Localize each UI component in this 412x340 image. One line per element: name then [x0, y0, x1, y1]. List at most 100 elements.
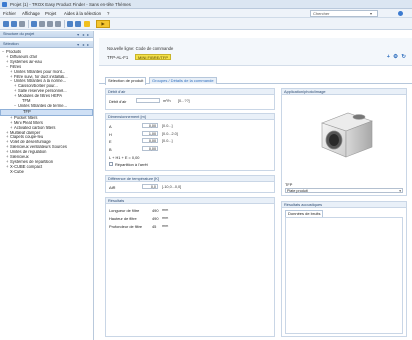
- section-title: Résultats: [106, 198, 274, 204]
- open-file-icon[interactable]: [11, 21, 17, 27]
- menu-file[interactable]: Fichier: [3, 11, 16, 16]
- tree-item-label: Pocket filters: [14, 115, 38, 120]
- copy-icon[interactable]: [47, 21, 53, 27]
- result-value: 490: [152, 208, 159, 213]
- product-reference: TFP-AL-F1: [107, 55, 129, 60]
- print-icon[interactable]: [31, 21, 37, 27]
- product-badge: MINI FIBRE/TFP: [135, 54, 171, 60]
- tree-item-label: X-Cube: [10, 169, 24, 174]
- refresh-icon[interactable]: ↻: [401, 54, 406, 60]
- tree-item-label: Salle réservée personnel...: [18, 89, 67, 94]
- dimension-field[interactable]: 1,00: [142, 130, 158, 136]
- tree-item-label: Unités filtrantes de terme...: [18, 103, 67, 108]
- result-value: 45: [152, 224, 157, 229]
- project-tree-panel: Structure du projet ▾ ◂ ▸ Sélection ▾ ◂ …: [0, 31, 94, 340]
- temperature-label: ΔtR: [109, 185, 116, 190]
- product-image: [316, 103, 376, 163]
- search-dropdown-icon[interactable]: ▾: [370, 11, 372, 16]
- tree-item[interactable]: X-Cube: [0, 170, 93, 175]
- save-icon[interactable]: [19, 21, 25, 27]
- menu-help[interactable]: ?: [107, 11, 109, 16]
- section-airflow: Débit d'air Débit d'air m³/h [0...??]: [105, 88, 275, 110]
- panel-title: Structure du projet: [3, 32, 35, 36]
- panel-header-selection: Sélection ▾ ◂ ▸: [0, 41, 93, 48]
- tree-item-label: Unités filtrantes à la norme...: [14, 79, 67, 84]
- toolbar-divider: [64, 20, 65, 28]
- settings-icon[interactable]: ⚙: [393, 54, 398, 60]
- menu-view[interactable]: Affichage: [22, 11, 40, 16]
- result-unit: mm: [162, 208, 169, 212]
- section-temperature: Différence de température [K] ΔtR 0,0 [-…: [105, 175, 275, 193]
- dimension-range: [0.0...]: [162, 139, 173, 143]
- tree-item-label: Silencieux ventilateurs Sources: [10, 145, 67, 150]
- section-dimensions: Dimensionnement [m] A 0,00 [0.0...] H 1,00 [0…: [105, 113, 275, 171]
- airflow-label: Débit d'air: [109, 99, 127, 104]
- folder-icon[interactable]: [84, 21, 90, 27]
- tree-item-label: Produits: [6, 50, 22, 54]
- menu-bar: Fichier Affichage Projet Aides à la séle…: [0, 9, 412, 18]
- tree-item-label: Systèmes air-eau: [10, 59, 42, 64]
- tree-item[interactable]: TFP: [0, 108, 93, 116]
- tree-item-label: Filtres: [10, 64, 22, 69]
- app-icon: [2, 2, 7, 7]
- tree-item-label: Multileaf damper: [10, 130, 41, 135]
- paste-icon[interactable]: [55, 21, 61, 27]
- tree-item-label: Modules de filtres HEPA: [18, 94, 63, 99]
- tab-bar: Sélection de produit Groupes / Détails d…: [99, 77, 412, 85]
- search-input[interactable]: Chercher: [310, 10, 378, 17]
- section-product-image: Application/photo/image TFP Plate produi…: [281, 88, 407, 196]
- tab-order-details[interactable]: Groupes / Détails de la commande: [149, 77, 217, 84]
- panel-controls-icon[interactable]: ▾ ◂ ▸: [77, 42, 90, 47]
- add-icon[interactable]: +: [387, 54, 390, 60]
- section-title: Débit d'air: [106, 89, 274, 95]
- result-value: 490: [152, 216, 159, 221]
- temperature-field[interactable]: 0,0: [142, 184, 158, 189]
- tree-item-label: Diffuseurs d'air: [10, 54, 38, 59]
- tree-item-label: Clapets coupe-feu: [10, 135, 44, 140]
- dimension-label: A: [109, 124, 112, 129]
- dimension-range: [0.0...2.0]: [162, 131, 178, 136]
- result-unit: mm: [162, 216, 169, 220]
- cut-icon[interactable]: [39, 21, 45, 27]
- section-title: Application/photo/image: [282, 89, 406, 95]
- section-title: Résultats acoustiques: [282, 202, 406, 208]
- dimension-field[interactable]: 0,00: [142, 145, 158, 151]
- result-label: Longueur de filtre: [109, 208, 140, 213]
- grid-view-icon[interactable]: [75, 21, 81, 27]
- tree-item-label: TFP: [23, 108, 31, 114]
- tree-item-label: Caisson/boîtier pour...: [18, 84, 58, 89]
- toolbar: ▶: [0, 18, 412, 30]
- airflow-range: [0...??]: [178, 99, 190, 103]
- toolbar-divider: [28, 20, 29, 28]
- dimension-label: H: [109, 131, 112, 137]
- tree-item-label: Unités filtrantes pour mont...: [14, 69, 66, 74]
- dimension-label: B: [109, 146, 112, 152]
- main-header: Nouvelle ligne: Code de commande TFP-AL-…: [99, 38, 412, 66]
- menu-selection-aids[interactable]: Aides à la sélection: [64, 11, 101, 16]
- airflow-unit: m³/h: [163, 99, 171, 103]
- section-title: Dimensionnement [m]: [106, 114, 274, 120]
- tree-item-label: Activated carbon filters: [14, 125, 56, 130]
- main-content: Nouvelle ligne: Code de commande TFP-AL-…: [99, 38, 412, 340]
- dimension-field[interactable]: 0,00: [142, 123, 158, 128]
- panel-controls-icon[interactable]: ▾ ◂ ▸: [77, 32, 90, 37]
- airflow-field[interactable]: [136, 98, 160, 103]
- list-view-icon[interactable]: [67, 21, 73, 27]
- tree-item-label: Volet de désenfumage: [10, 140, 51, 145]
- tree-item-label: X-CUBE compact: [10, 164, 43, 169]
- stop-checkbox[interactable]: [109, 162, 113, 166]
- window-titlebar: Projet (1) - TROX Easy Product Finder - …: [0, 0, 412, 9]
- result-label: Hauteur de filtre: [109, 216, 137, 221]
- new-file-icon[interactable]: [3, 21, 9, 27]
- panel-title-selection: Sélection: [3, 42, 19, 46]
- dimension-label: E: [109, 139, 112, 144]
- tree-item-label: Silencieux: [10, 155, 29, 160]
- dimension-field[interactable]: 0,00: [142, 138, 158, 143]
- section-acoustics: Résultats acoustiques Données de bruits: [281, 201, 407, 337]
- stop-checkbox-label: Répartition à l'arrêt: [115, 162, 148, 167]
- tree-item-label: TFM: [22, 99, 31, 104]
- tab-product-selection[interactable]: Sélection de produit: [105, 77, 147, 85]
- help-icon[interactable]: [398, 11, 403, 16]
- product-view-dropdown[interactable]: Plate produit ▾: [285, 188, 403, 193]
- menu-project[interactable]: Projet: [45, 11, 56, 16]
